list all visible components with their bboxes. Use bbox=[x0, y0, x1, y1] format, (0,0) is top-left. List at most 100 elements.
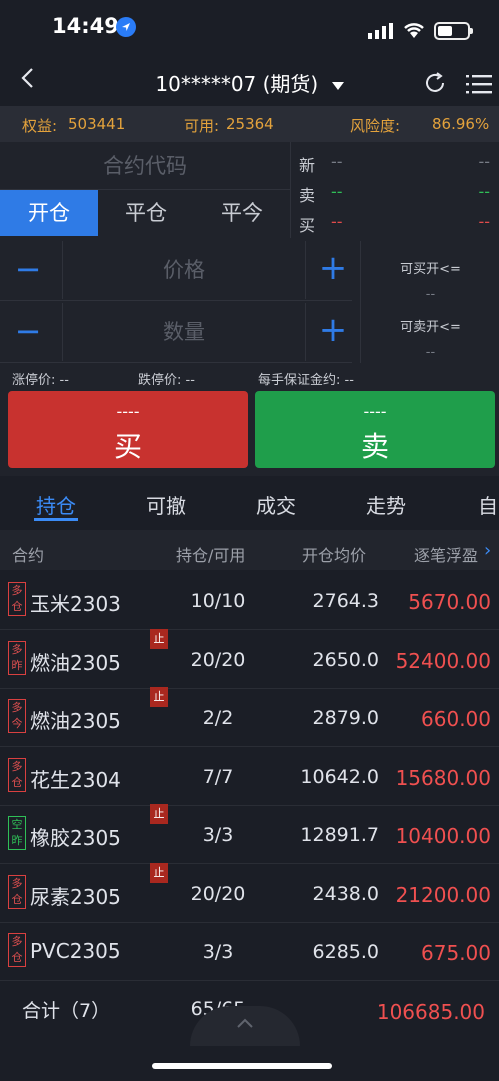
table-row[interactable]: 多仓 玉米2303 10/10 2764.3 5670.00 bbox=[0, 572, 499, 630]
table-row[interactable]: 多昨 燃油2305 止 20/20 2650.0 52400.00 bbox=[0, 628, 499, 689]
menu-icon[interactable] bbox=[466, 72, 492, 96]
position-badge: 多今 bbox=[8, 699, 26, 733]
contract-code-input[interactable]: 合约代码 bbox=[0, 142, 290, 190]
total-label: 合计（7） bbox=[22, 1000, 111, 1022]
active-tab-underline bbox=[34, 518, 78, 521]
quote-sell-volume: -- bbox=[478, 182, 490, 201]
contract-name: 花生2304 bbox=[30, 767, 121, 792]
stop-order-badge: 止 bbox=[150, 687, 168, 707]
position-badge: 多仓 bbox=[8, 757, 26, 792]
tab-trend[interactable]: 走势 bbox=[366, 490, 406, 519]
contract-name: 燃油2305 bbox=[30, 650, 121, 675]
sell-label: 卖 bbox=[360, 430, 389, 463]
battery-icon bbox=[434, 22, 473, 40]
quantity-input[interactable]: 数量 bbox=[62, 303, 306, 361]
position-badge: 多仓 bbox=[8, 582, 26, 616]
buy-price: ---- bbox=[116, 402, 140, 421]
buy-button[interactable]: ---- 买 bbox=[8, 391, 248, 468]
open-avg-price: 2879.0 bbox=[312, 707, 379, 729]
tab-positions[interactable]: 持仓 bbox=[36, 490, 76, 519]
limit-info: 涨停价: -- 跌停价: -- 每手保证金约: -- bbox=[0, 366, 499, 390]
quantity-stepper: − 数量 + bbox=[0, 303, 352, 363]
tab-open[interactable]: 开仓 bbox=[0, 190, 98, 236]
position-available: 20/20 bbox=[190, 882, 246, 905]
table-row[interactable]: 空昨 橡胶2305 止 3/3 12891.7 10400.00 bbox=[0, 804, 499, 864]
account-title-text: 10*****07 (期货) bbox=[155, 72, 319, 96]
contract-name: 玉米2303 bbox=[30, 592, 121, 616]
tab-trades[interactable]: 成交 bbox=[256, 490, 296, 519]
risk-label: 风险度: bbox=[350, 117, 401, 135]
cellular-signal-icon bbox=[368, 22, 394, 40]
floating-pnl: 675.00 bbox=[421, 941, 491, 965]
position-badge: 多仓 bbox=[8, 933, 26, 967]
table-row[interactable]: 多仓 花生2304 7/7 10642.0 15680.00 bbox=[0, 748, 499, 806]
open-avg-price: 2438.0 bbox=[312, 882, 379, 905]
can-buy-value: -- bbox=[425, 287, 436, 302]
chevron-up-icon bbox=[237, 1018, 253, 1028]
stop-order-badge: 止 bbox=[150, 628, 168, 649]
wifi-icon bbox=[402, 20, 426, 40]
status-time: 14:49 bbox=[52, 14, 119, 38]
table-row[interactable]: 多今 燃油2305 止 2/2 2879.0 660.00 bbox=[0, 687, 499, 747]
position-available: 20/20 bbox=[190, 648, 246, 671]
position-available: 3/3 bbox=[202, 824, 234, 846]
floating-pnl: 5670.00 bbox=[408, 590, 491, 614]
quote-row-buy: 买 -- -- bbox=[299, 212, 494, 236]
quantity-minus-button[interactable]: − bbox=[14, 315, 42, 347]
open-avg-price: 12891.7 bbox=[300, 824, 379, 846]
quote-new-value: -- bbox=[331, 152, 343, 171]
position-available: 3/3 bbox=[202, 941, 234, 963]
open-avg-price: 6285.0 bbox=[312, 941, 379, 963]
can-buy-label: 可买开<= bbox=[400, 262, 461, 277]
quote-new-label: 新 bbox=[299, 156, 316, 175]
table-row[interactable]: 多仓 PVC2305 3/3 6285.0 675.00 bbox=[0, 923, 499, 981]
position-available: 10/10 bbox=[190, 590, 246, 612]
location-icon bbox=[116, 17, 136, 37]
can-sell-label: 可卖开<= bbox=[400, 320, 461, 335]
position-badge: 多仓 bbox=[8, 874, 26, 909]
header-position: 持仓/可用 bbox=[176, 546, 246, 565]
sell-button[interactable]: ---- 卖 bbox=[255, 391, 495, 468]
floating-pnl: 660.00 bbox=[421, 707, 491, 731]
quantity-plus-button[interactable]: + bbox=[318, 313, 348, 347]
quote-row-new: 新 -- -- bbox=[299, 152, 494, 176]
quote-row-sell: 卖 -- -- bbox=[299, 182, 494, 206]
margin-per-lot: 每手保证金约: -- bbox=[258, 373, 354, 388]
floating-pnl: 15680.00 bbox=[395, 765, 491, 790]
contract-name: 尿素2305 bbox=[30, 884, 121, 909]
account-info-bar: 权益: 503441 可用: 25364 风险度: 86.96% bbox=[0, 106, 499, 142]
position-badge: 多昨 bbox=[8, 640, 26, 675]
can-sell-open: 可卖开<= -- bbox=[362, 316, 499, 360]
home-indicator bbox=[152, 1063, 332, 1069]
equity-label: 权益: bbox=[22, 117, 58, 135]
stop-order-badge: 止 bbox=[150, 862, 168, 883]
tab-self-select[interactable]: 自 bbox=[478, 490, 498, 519]
total-pnl: 106685.00 bbox=[376, 1000, 485, 1024]
limit-up: 涨停价: -- bbox=[12, 373, 69, 388]
price-minus-button[interactable]: − bbox=[14, 253, 42, 285]
price-plus-button[interactable]: + bbox=[318, 251, 348, 285]
scroll-right-icon[interactable]: › bbox=[484, 540, 498, 561]
can-sell-value: -- bbox=[425, 345, 436, 360]
price-input[interactable]: 价格 bbox=[62, 241, 306, 299]
tab-close-today[interactable]: 平今 bbox=[194, 190, 290, 236]
positions-table-header: 合约 持仓/可用 开仓均价 逐笔浮盈 bbox=[0, 530, 499, 570]
refresh-icon[interactable] bbox=[422, 70, 448, 96]
back-icon[interactable] bbox=[18, 66, 38, 90]
stepper-divider bbox=[360, 241, 361, 363]
sell-price: ---- bbox=[363, 402, 387, 421]
tab-close[interactable]: 平仓 bbox=[98, 190, 194, 236]
floating-pnl: 10400.00 bbox=[395, 824, 491, 848]
open-avg-price: 10642.0 bbox=[300, 765, 379, 788]
table-row[interactable]: 多仓 尿素2305 止 20/20 2438.0 21200.00 bbox=[0, 862, 499, 923]
order-type-tabs: 开仓 平仓 平今 bbox=[0, 190, 290, 236]
quote-panel: 新 -- -- 卖 -- -- 买 -- -- bbox=[290, 142, 499, 238]
floating-pnl: 21200.00 bbox=[395, 882, 491, 907]
quote-buy-price: -- bbox=[331, 212, 343, 231]
available-value: 25364 bbox=[226, 115, 274, 133]
stop-order-badge: 止 bbox=[150, 804, 168, 824]
available-label: 可用: bbox=[184, 117, 220, 135]
account-title[interactable]: 10*****07 (期货) bbox=[120, 68, 380, 97]
tab-cancelable[interactable]: 可撤 bbox=[146, 490, 186, 519]
price-stepper: − 价格 + bbox=[0, 241, 352, 301]
